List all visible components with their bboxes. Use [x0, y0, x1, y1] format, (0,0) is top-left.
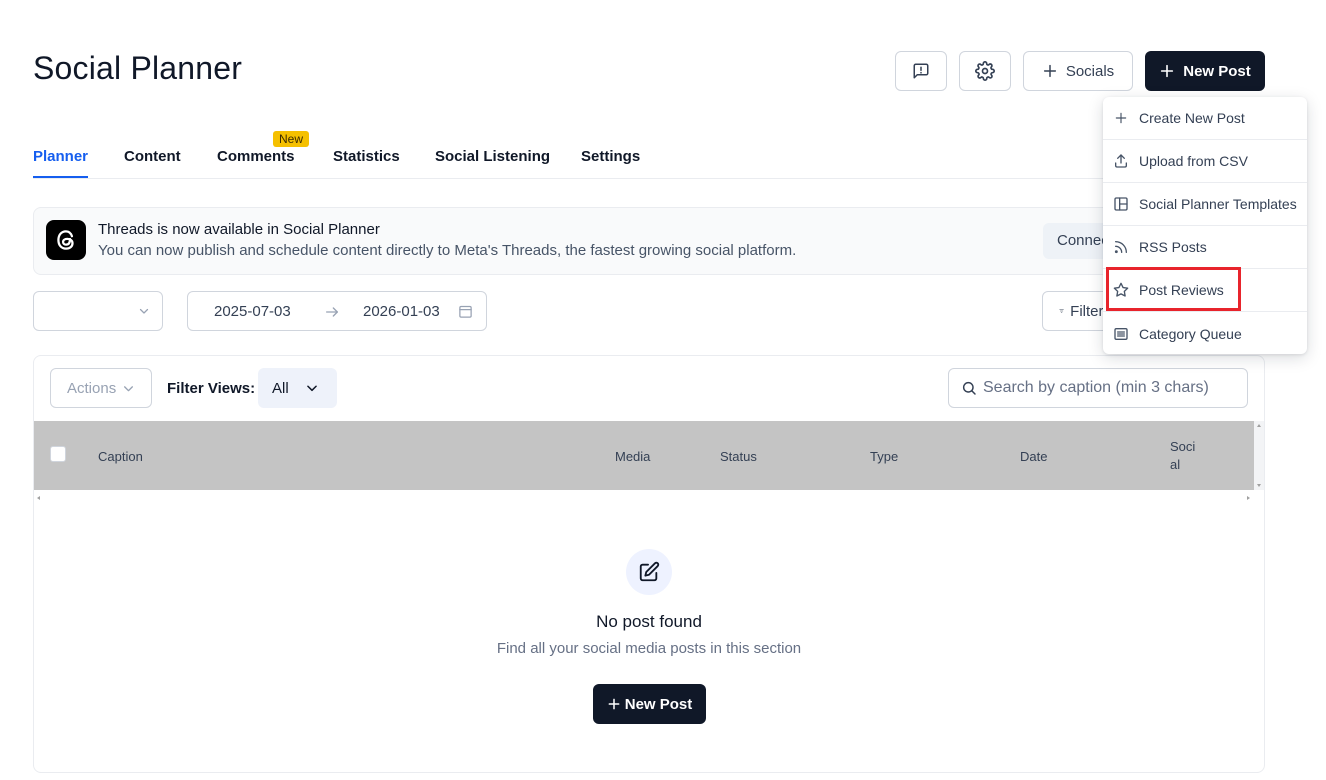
settings-button[interactable]: [959, 51, 1011, 91]
rss-icon: [1112, 239, 1129, 256]
select-all-checkbox[interactable]: [50, 446, 66, 462]
plus-icon: [1112, 110, 1129, 127]
filter-views-select[interactable]: All: [258, 368, 337, 408]
banner-text: You can now publish and schedule content…: [98, 242, 797, 259]
plus-icon: [608, 698, 620, 710]
actions-select[interactable]: Actions: [50, 368, 152, 408]
scroll-up-icon: [1257, 424, 1261, 487]
calendar-icon: [459, 305, 472, 318]
edit-icon: [626, 549, 672, 595]
search-input[interactable]: [983, 379, 1223, 397]
plus-icon: [1161, 64, 1174, 78]
menu-item-rss-posts[interactable]: RSS Posts: [1103, 226, 1307, 269]
active-tab-indicator: [33, 176, 88, 178]
account-select[interactable]: [33, 291, 163, 331]
search-box[interactable]: [948, 368, 1248, 408]
gear-icon: [975, 61, 995, 81]
column-date[interactable]: Date: [1020, 449, 1047, 464]
empty-state-title: No post found: [596, 612, 702, 631]
menu-item-upload-csv[interactable]: Upload from CSV: [1103, 140, 1307, 183]
new-post-dropdown-menu: Create New Post Upload from CSV Social P…: [1103, 97, 1307, 354]
feedback-icon: [913, 63, 929, 79]
tab-social-listening[interactable]: Social Listening: [435, 148, 550, 165]
upload-icon: [1112, 153, 1129, 170]
vertical-scrollbar[interactable]: [1254, 421, 1264, 490]
empty-new-post-button[interactable]: New Post: [593, 684, 706, 724]
feedback-button[interactable]: [895, 51, 947, 91]
filter-views-label: Filter Views:: [167, 380, 256, 397]
menu-item-label: Create New Post: [1139, 110, 1245, 126]
threads-logo-icon: [46, 220, 86, 260]
arrow-right-icon: [326, 307, 338, 317]
chevron-down-icon: [124, 385, 134, 391]
column-type[interactable]: Type: [870, 449, 898, 464]
socials-button[interactable]: Socials: [1023, 51, 1133, 91]
column-media[interactable]: Media: [615, 449, 650, 464]
new-post-button[interactable]: New Post: [1145, 51, 1265, 91]
actions-label: Actions: [67, 379, 117, 397]
empty-state-subtitle: Find all your social media posts in this…: [496, 640, 802, 657]
filter-icon: [1059, 309, 1064, 313]
date-start[interactable]: 2025-07-03: [214, 303, 291, 320]
new-post-label: New Post: [1183, 62, 1251, 80]
page-title: Social Planner: [33, 50, 243, 86]
filter-views-value: All: [272, 379, 289, 397]
date-end[interactable]: 2026-01-03: [363, 303, 440, 320]
table-header: Caption Media Status Type Date Social: [34, 421, 1254, 490]
menu-item-label: Social Planner Templates: [1139, 196, 1297, 212]
tab-bar: Planner Content Comments Statistics Soci…: [33, 140, 1265, 179]
column-status[interactable]: Status: [720, 449, 757, 464]
tab-planner[interactable]: Planner: [33, 148, 88, 165]
scroll-arrows-icon: [37, 496, 1250, 500]
date-range-picker[interactable]: 2025-07-03 2026-01-03: [187, 291, 487, 331]
chevron-down-icon: [306, 385, 317, 392]
socials-label: Socials: [1065, 62, 1115, 80]
highlight-box: [1106, 267, 1241, 311]
menu-item-label: Upload from CSV: [1139, 153, 1248, 169]
posts-panel: Actions Filter Views: All Caption Media …: [33, 355, 1265, 773]
filters-button[interactable]: Filters: [1042, 291, 1112, 331]
horizontal-scrollbar[interactable]: [34, 490, 1254, 500]
column-caption[interactable]: Caption: [98, 449, 143, 464]
template-icon: [1112, 196, 1129, 213]
tab-statistics[interactable]: Statistics: [333, 148, 400, 165]
queue-icon: [1112, 325, 1129, 342]
tab-content[interactable]: Content: [124, 148, 181, 165]
menu-item-label: Category Queue: [1139, 325, 1242, 342]
search-icon: [962, 381, 976, 395]
column-social[interactable]: Social: [1170, 438, 1200, 474]
plus-icon: [1043, 64, 1056, 78]
tab-settings[interactable]: Settings: [581, 148, 640, 165]
menu-item-label: RSS Posts: [1139, 239, 1207, 255]
banner-title: Threads is now available in Social Plann…: [98, 221, 380, 238]
threads-banner: Threads is now available in Social Plann…: [33, 207, 1265, 275]
menu-item-create-new-post[interactable]: Create New Post: [1103, 97, 1307, 140]
menu-item-category-queue[interactable]: Category Queue: [1103, 312, 1307, 355]
tab-comments[interactable]: Comments: [217, 148, 295, 165]
chevron-down-icon: [139, 308, 149, 314]
empty-new-post-label: New Post: [624, 695, 693, 713]
menu-item-templates[interactable]: Social Planner Templates: [1103, 183, 1307, 226]
